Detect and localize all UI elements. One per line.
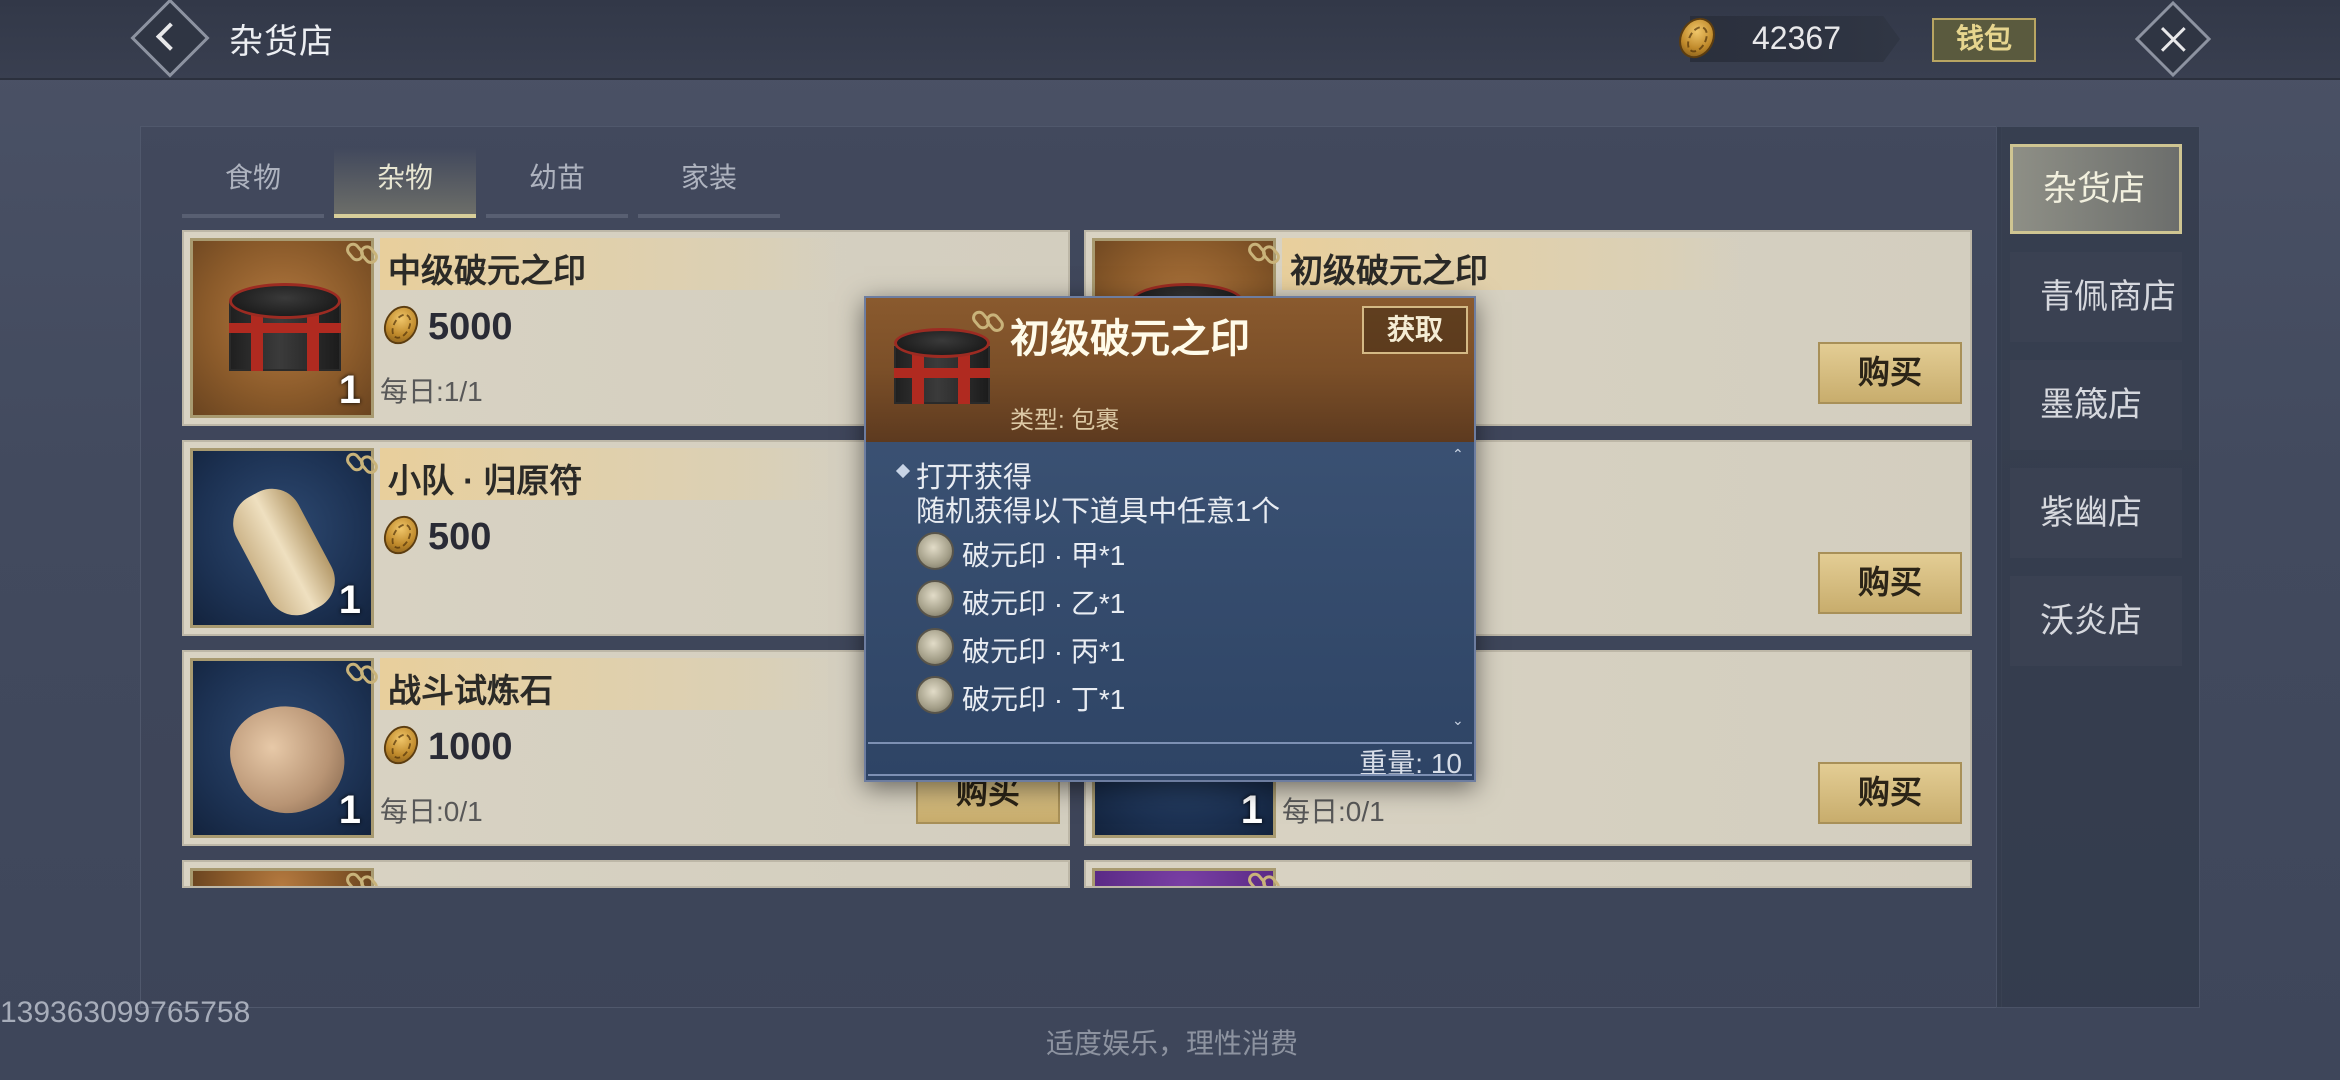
item-name: 初级破元之印 — [1290, 252, 1488, 289]
item-quantity: 1 — [338, 578, 361, 622]
sidebar-item-qingpei[interactable]: 青佩商店 — [2010, 252, 2182, 342]
tab-seedlings[interactable]: 幼苗 — [486, 148, 628, 218]
seal-icon — [916, 628, 954, 666]
section-description: 随机获得以下道具中任意1个 — [916, 496, 1281, 528]
item-daily-limit: 每日:0/1 — [380, 796, 483, 827]
item-price: 5000 — [428, 306, 513, 348]
item-daily-limit: 每日:1/1 — [380, 376, 483, 407]
item-card[interactable] — [1084, 860, 1972, 888]
tab-food[interactable]: 食物 — [182, 148, 324, 218]
tab-misc[interactable]: 杂物 — [334, 148, 476, 218]
seal-icon — [916, 580, 954, 618]
item-price: 500 — [428, 516, 492, 558]
reward-name: 破元印 · 丙*1 — [962, 636, 1126, 667]
item-name-band: 初级破元之印 — [1282, 238, 1742, 290]
play-notice: 适度娱乐，理性消费 — [1046, 1028, 1299, 1059]
package-icon — [221, 283, 349, 383]
reward-name: 破元印 · 丁*1 — [962, 684, 1126, 715]
item-quantity: 1 — [1240, 788, 1263, 832]
item-detail-popup: 初级破元之印 获取 类型: 包裹 ⌃ 打开获得 随机获得以下道具中任意1个 破元… — [864, 296, 1476, 782]
item-thumbnail: 1 — [190, 448, 374, 628]
seal-icon — [916, 676, 954, 714]
tab-furniture[interactable]: 家装 — [638, 148, 780, 218]
coin-icon — [377, 299, 425, 351]
coin-icon — [377, 509, 425, 561]
item-price: 1000 — [428, 726, 513, 768]
sidebar-item-grocery[interactable]: 杂货店 — [2010, 144, 2182, 234]
stone-icon — [217, 689, 359, 829]
item-thumbnail: 1 — [190, 658, 374, 838]
diamond-bullet-icon — [895, 463, 911, 479]
item-name: 战斗试炼石 — [388, 672, 553, 709]
item-name: 中级破元之印 — [388, 252, 586, 289]
item-thumbnail: 1 — [190, 238, 374, 418]
buy-button[interactable]: 购买 — [1818, 762, 1962, 824]
buy-button[interactable]: 购买 — [1818, 342, 1962, 404]
sidebar-item-mozhen[interactable]: 墨箴店 — [2010, 360, 2182, 450]
player-uid: 139363099765758 — [0, 996, 251, 1029]
chevron-left-icon — [155, 22, 185, 51]
popup-body[interactable]: ⌃ 打开获得 随机获得以下道具中任意1个 破元印 · 甲*1 破元印 · 乙*1… — [866, 444, 1474, 736]
item-name-band: 中级破元之印 — [380, 238, 840, 290]
scroll-up-icon: ⌃ — [1452, 446, 1464, 462]
item-type-label: 类型: 包裹 — [1010, 407, 1120, 434]
item-name-band: 战斗试炼石 — [380, 658, 840, 710]
seal-icon — [916, 532, 954, 570]
coin-icon — [377, 719, 425, 771]
item-quantity: 1 — [338, 368, 361, 412]
reward-name: 破元印 · 乙*1 — [962, 588, 1126, 619]
wallet-button[interactable]: 钱包 — [1932, 18, 2036, 62]
package-icon — [886, 328, 990, 408]
currency-amount: 42367 — [1752, 20, 1841, 56]
sidebar-item-ziyou[interactable]: 紫幽店 — [2010, 468, 2182, 558]
get-button[interactable]: 获取 — [1362, 306, 1468, 354]
reward-name: 破元印 · 甲*1 — [962, 540, 1126, 571]
scroll-icon — [222, 478, 346, 626]
scroll-down-icon: ⌄ — [1452, 712, 1464, 728]
divider — [868, 774, 1472, 776]
item-quantity: 1 — [338, 788, 361, 832]
popup-header: 初级破元之印 获取 类型: 包裹 — [866, 298, 1474, 442]
item-name: 小队 · 归原符 — [388, 462, 583, 499]
page-title: 杂货店 — [229, 23, 334, 61]
sidebar-item-woyan[interactable]: 沃炎店 — [2010, 576, 2182, 666]
item-weight: 重量: 10 — [1359, 748, 1462, 779]
buy-button[interactable]: 购买 — [1818, 552, 1962, 614]
item-card[interactable] — [182, 860, 1070, 888]
popup-title: 初级破元之印 — [1010, 317, 1250, 361]
item-daily-limit: 每日:0/1 — [1282, 796, 1385, 827]
item-name-band: 小队 · 归原符 — [380, 448, 840, 500]
